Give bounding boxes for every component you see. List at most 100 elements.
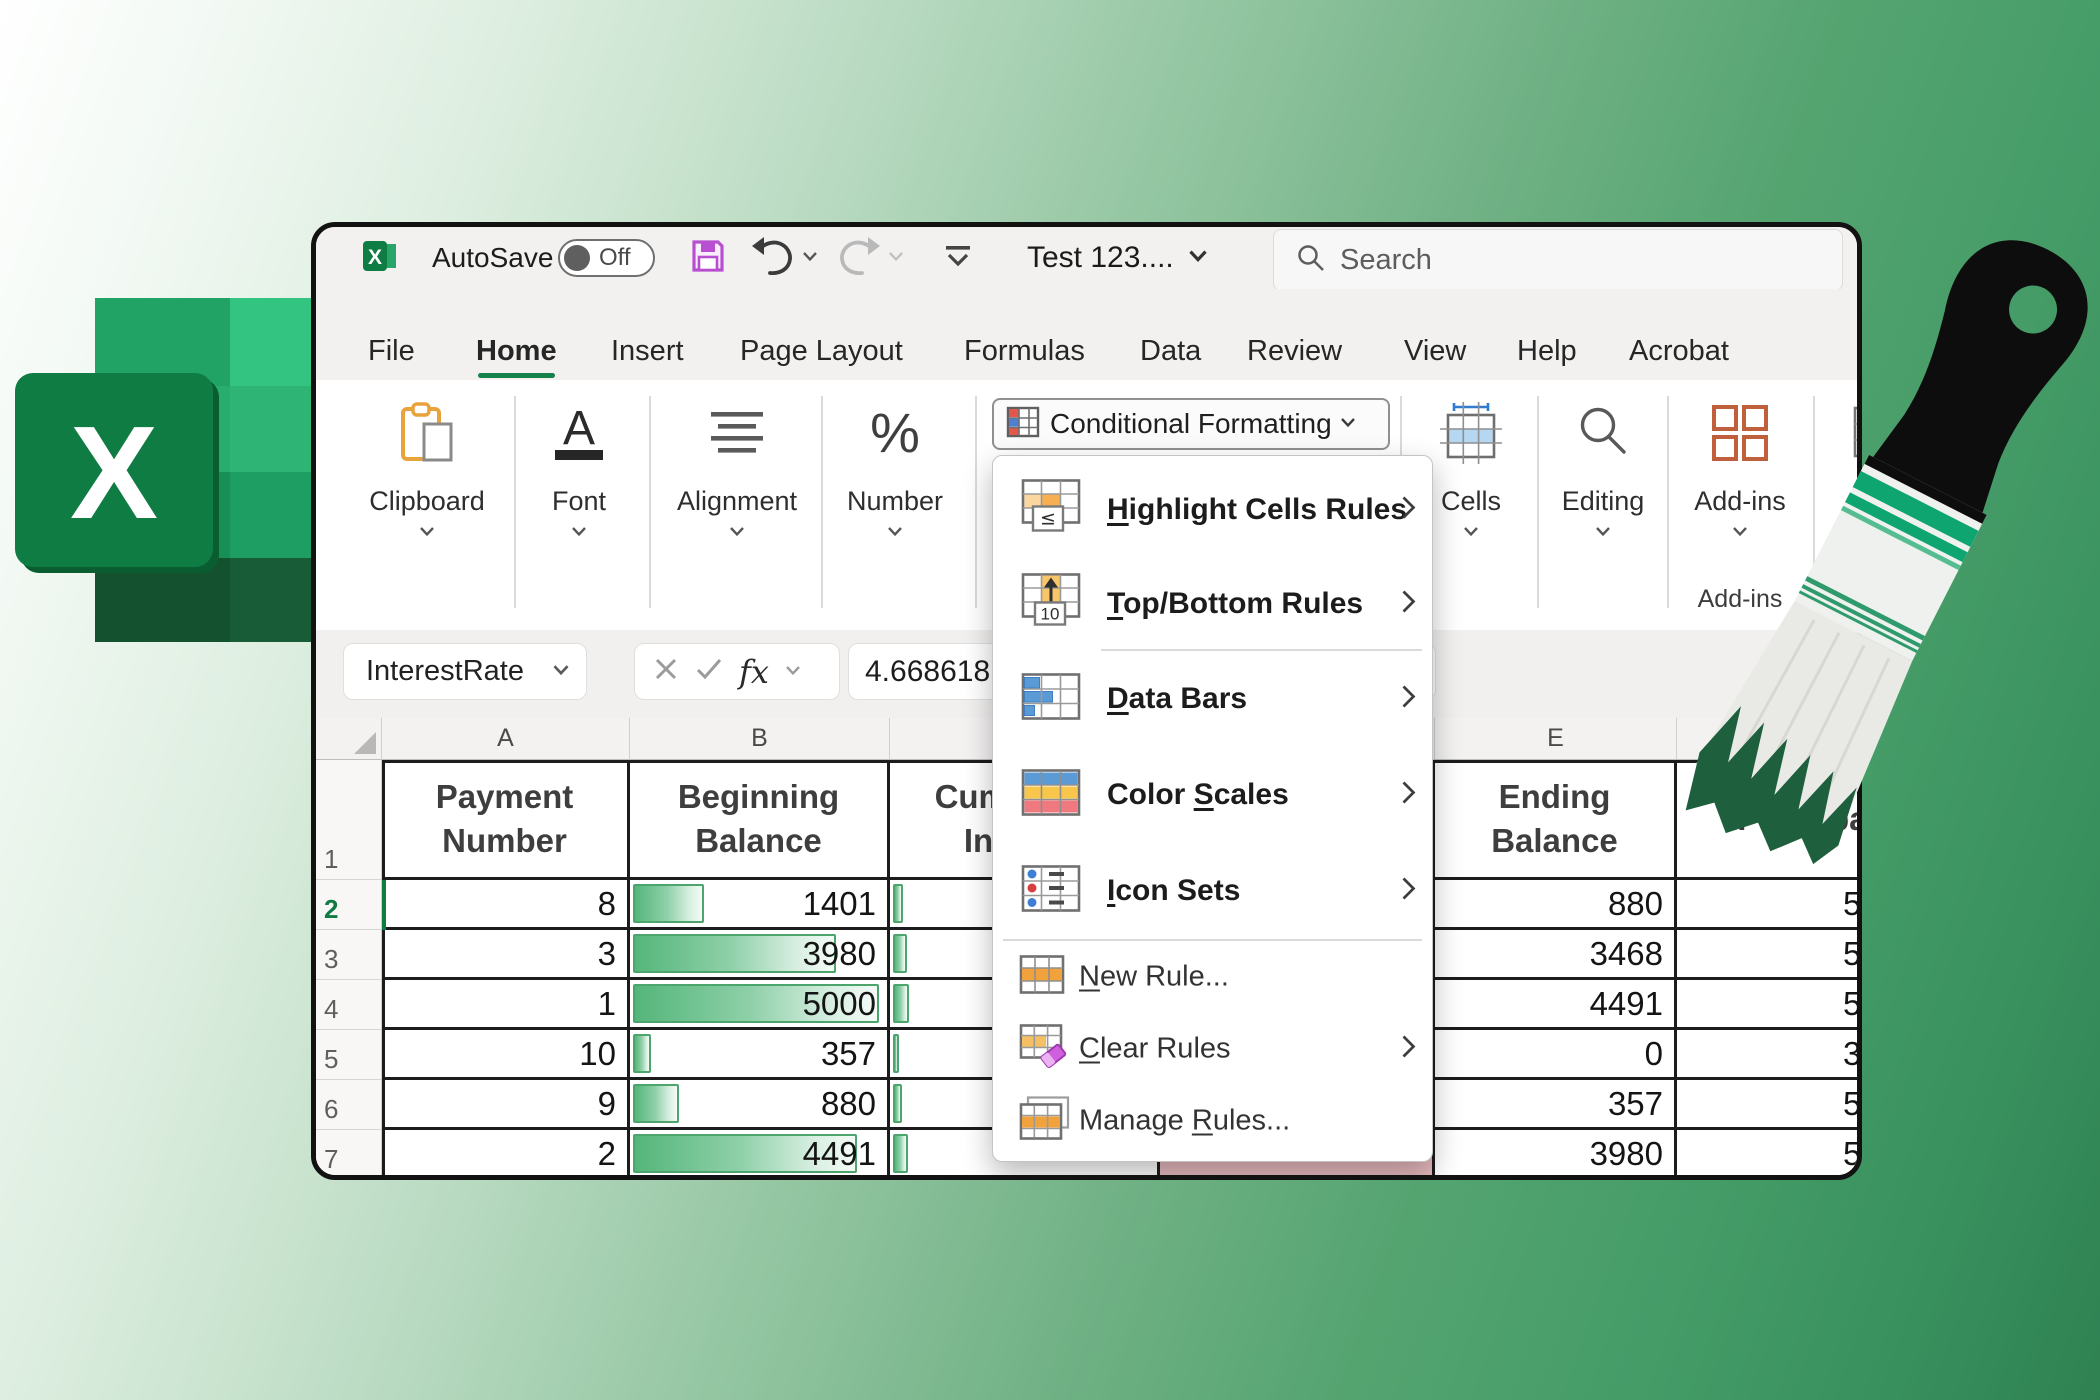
menu-item-top-bottom-rules[interactable]: 10 Top/Bottom Rules: [993, 559, 1432, 649]
row-header-1[interactable]: 1: [316, 760, 382, 880]
data-bar: [633, 884, 704, 923]
cell-E4[interactable]: 4491: [1435, 980, 1677, 1030]
cell-F6[interactable]: 5: [1677, 1080, 1862, 1130]
ribbon-group-label: Font: [551, 486, 607, 516]
excel-logo: X: [15, 298, 340, 642]
ribbon-group-alignment[interactable]: Alignment: [666, 380, 808, 630]
cell-A5[interactable]: 10: [382, 1030, 630, 1080]
menu-item-label: Clear Rules: [1079, 1032, 1231, 1065]
cell-F1[interactable]: Principal: [1677, 760, 1857, 880]
cell-B7[interactable]: 4491: [630, 1130, 890, 1175]
tab-file[interactable]: File: [368, 335, 415, 368]
cell-B6[interactable]: 880: [630, 1080, 890, 1130]
cell-F4[interactable]: 50: [1677, 980, 1857, 1030]
tab-acrobat[interactable]: Acrobat: [1629, 335, 1729, 368]
cell-F3[interactable]: 5: [1677, 930, 1857, 980]
cell-A7[interactable]: 2: [382, 1130, 630, 1175]
tab-review[interactable]: Review: [1247, 335, 1342, 368]
chevron-down-icon: [552, 663, 570, 681]
name-box[interactable]: InterestRate: [343, 643, 587, 700]
cell-B5[interactable]: 357: [630, 1030, 890, 1080]
cell-F5[interactable]: 3: [1677, 1030, 1857, 1080]
cell-E3[interactable]: 3468: [1435, 930, 1677, 980]
tab-formulas[interactable]: Formulas: [964, 335, 1085, 368]
excel-window: X AutoSave Off Test 123.... Search File H…: [311, 222, 1862, 1180]
menu-item-label: Top/Bottom Rules: [1107, 587, 1364, 620]
quick-access-toolbar: X AutoSave Off Test 123.... Search: [316, 227, 1857, 291]
svg-text:10: 10: [1041, 605, 1060, 624]
conditional-formatting-label: Conditional Formatting: [1050, 408, 1332, 439]
header-line: Number: [442, 821, 567, 859]
col-header-B[interactable]: B: [630, 718, 890, 760]
row-header-4[interactable]: 4: [316, 980, 382, 1030]
row-header-6[interactable]: 6: [316, 1080, 382, 1130]
save-button[interactable]: [688, 227, 728, 289]
cell-A1[interactable]: Payment Number: [382, 760, 630, 880]
row-header-2[interactable]: 2: [316, 880, 382, 930]
menu-item-new-rule[interactable]: New Rule...: [993, 941, 1432, 1013]
document-title[interactable]: Test 123....: [1027, 227, 1208, 289]
menu-item-label: New Rule...: [1079, 960, 1229, 993]
cell-F2[interactable]: 5: [1677, 880, 1857, 930]
cell-A4[interactable]: 1: [382, 980, 630, 1030]
toggle-knob: [564, 245, 590, 271]
menu-item-manage-rules[interactable]: Manage Rules...: [993, 1085, 1432, 1157]
row-header-5[interactable]: 5: [316, 1030, 382, 1080]
cell-E6[interactable]: 357: [1435, 1080, 1677, 1130]
cell-A2[interactable]: 8: [382, 880, 630, 930]
ribbon-group-divider: [975, 396, 977, 608]
autosave-toggle[interactable]: Off: [558, 239, 655, 277]
formula-value: 4.668618: [865, 654, 991, 688]
cell-E5[interactable]: 0: [1435, 1030, 1677, 1080]
tab-page-layout[interactable]: Page Layout: [740, 335, 903, 368]
row-header-7[interactable]: 7: [316, 1130, 382, 1175]
menu-item-icon-sets[interactable]: Icon Sets: [993, 843, 1432, 939]
menu-item-data-bars[interactable]: Data Bars: [993, 651, 1432, 747]
ribbon-group-font[interactable]: A Font: [516, 380, 642, 630]
tab-help[interactable]: Help: [1517, 335, 1577, 368]
excel-app-icon[interactable]: X: [360, 227, 400, 289]
ribbon-group-clipboard[interactable]: Clipboard: [352, 380, 502, 630]
col-header-F[interactable]: F: [1677, 718, 1857, 760]
icon-sets-icon: [1021, 865, 1083, 918]
ribbon-group-number[interactable]: % Number: [826, 380, 964, 630]
col-header-A[interactable]: A: [382, 718, 630, 760]
insert-function-icon[interactable]: fx: [739, 653, 769, 691]
tab-home[interactable]: Home: [476, 335, 557, 378]
row-header-3[interactable]: 3: [316, 930, 382, 980]
cell-E2[interactable]: 880: [1435, 880, 1677, 930]
cancel-icon[interactable]: [653, 656, 679, 687]
cell-B3[interactable]: 3980: [630, 930, 890, 980]
cell-B4[interactable]: 5000: [630, 980, 890, 1030]
cell-B1[interactable]: Beginning Balance: [630, 760, 890, 880]
cell-B2[interactable]: 1401: [630, 880, 890, 930]
ribbon-group-add-ins[interactable]: Add-ins: [1680, 380, 1800, 630]
alignment-icon: [666, 400, 808, 466]
cell-A3[interactable]: 3: [382, 930, 630, 980]
data-bar: [893, 1084, 902, 1123]
undo-button[interactable]: [750, 227, 818, 289]
tab-data[interactable]: Data: [1140, 335, 1201, 368]
chevron-right-icon: [1401, 1034, 1416, 1065]
search-box[interactable]: Search: [1273, 229, 1843, 291]
cell-E7[interactable]: 3980: [1435, 1130, 1677, 1175]
tab-view[interactable]: View: [1404, 335, 1466, 368]
select-all-button[interactable]: [316, 718, 382, 760]
menu-item-clear-rules[interactable]: Clear Rules: [993, 1013, 1432, 1085]
customize-toolbar-button[interactable]: [938, 227, 978, 289]
cell-value-clipped: 5: [1843, 1084, 1862, 1122]
tab-insert[interactable]: Insert: [611, 335, 684, 368]
cell-E1[interactable]: Ending Balance: [1435, 760, 1677, 880]
col-header-E[interactable]: E: [1435, 718, 1677, 760]
conditional-formatting-button[interactable]: Conditional Formatting: [992, 398, 1390, 450]
redo-button[interactable]: [836, 227, 904, 289]
cell-A6[interactable]: 9: [382, 1080, 630, 1130]
menu-item-highlight-cells-rules[interactable]: ≤ Highlight Cells Rules: [993, 461, 1432, 559]
enter-icon[interactable]: [695, 657, 723, 686]
ribbon-group-editing[interactable]: Editing: [1544, 380, 1662, 630]
ribbon-group-clipped[interactable]: A: [1832, 380, 1857, 630]
chevron-right-icon: [1401, 780, 1416, 811]
menu-item-color-scales[interactable]: Color Scales: [993, 747, 1432, 843]
number-icon: %: [826, 400, 964, 466]
cell-F7[interactable]: 5: [1677, 1130, 1857, 1175]
